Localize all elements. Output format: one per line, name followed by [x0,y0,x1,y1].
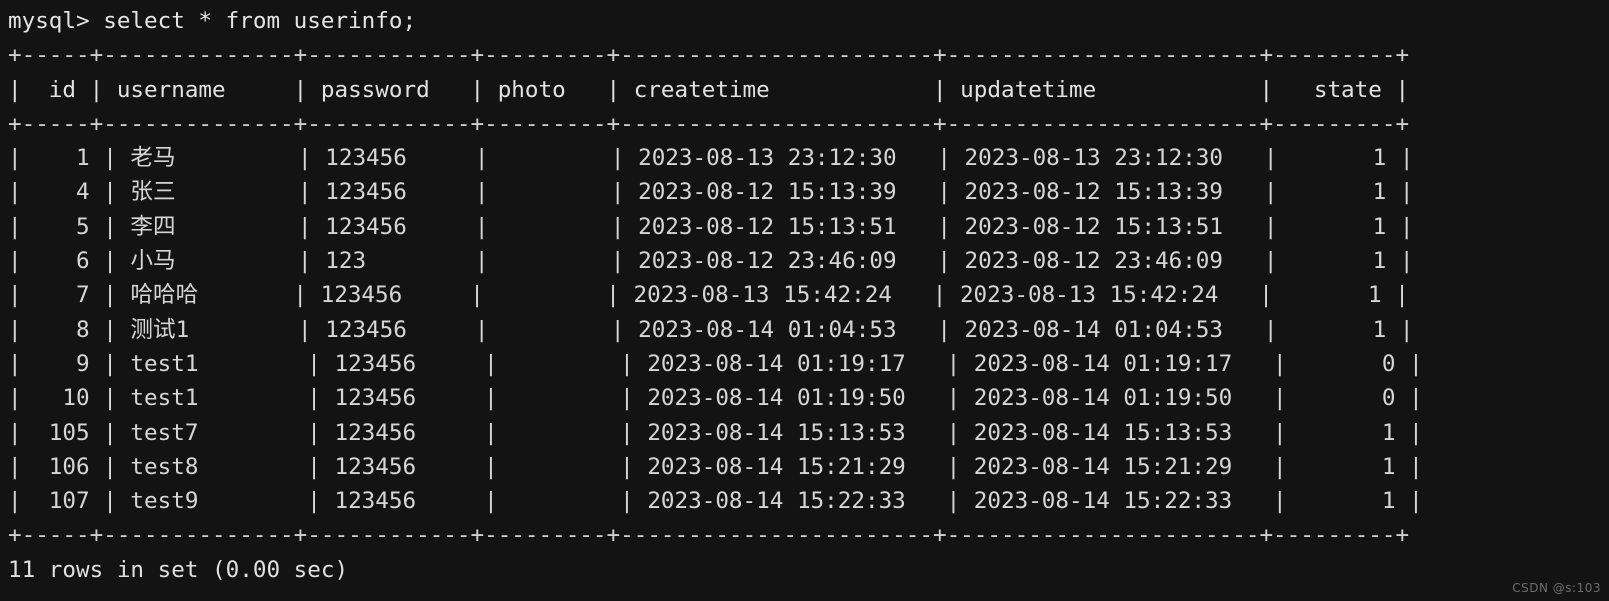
table-row: | 105 | test7 | 123456 | | 2023-08-14 15… [8,419,1423,446]
terminal-window[interactable]: mysql> select * from userinfo; +-----+--… [0,0,1609,601]
table-row: | 4 | 张三 | 123456 | | 2023-08-12 15:13:3… [8,179,1414,206]
table-top-border: +-----+--------------+------------+-----… [8,42,1410,69]
table-row: | 8 | 测试1 | 123456 | | 2023-08-14 01:04:… [8,316,1414,343]
table-row: | 7 | 哈哈哈 | 123456 | | 2023-08-13 15:42:… [8,282,1409,309]
table-row: | 107 | test9 | 123456 | | 2023-08-14 15… [8,488,1423,515]
table-row: | 5 | 李四 | 123456 | | 2023-08-12 15:13:5… [8,213,1414,240]
table-row: | 9 | test1 | 123456 | | 2023-08-14 01:1… [8,350,1423,377]
command-prompt-line: mysql> select * from userinfo; [8,8,417,34]
table-body: | 1 | 老马 | 123456 | | 2023-08-13 23:12:3… [8,141,1609,518]
table-row: | 106 | test8 | 123456 | | 2023-08-14 15… [8,453,1423,480]
table-row: | 1 | 老马 | 123456 | | 2023-08-13 23:12:3… [8,145,1414,172]
result-footer: 11 rows in set (0.00 sec) [8,556,349,583]
csdn-watermark: CSDN @s:103 [1512,581,1601,595]
table-row: | 10 | test1 | 123456 | | 2023-08-14 01:… [8,385,1423,412]
table-bottom-border: +-----+--------------+------------+-----… [8,522,1410,549]
table-header-row: | id | username | password | photo | cre… [8,76,1410,103]
table-row: | 6 | 小马 | 123 | | 2023-08-12 23:46:09 |… [8,248,1414,275]
table-header-separator: +-----+--------------+------------+-----… [8,110,1410,137]
